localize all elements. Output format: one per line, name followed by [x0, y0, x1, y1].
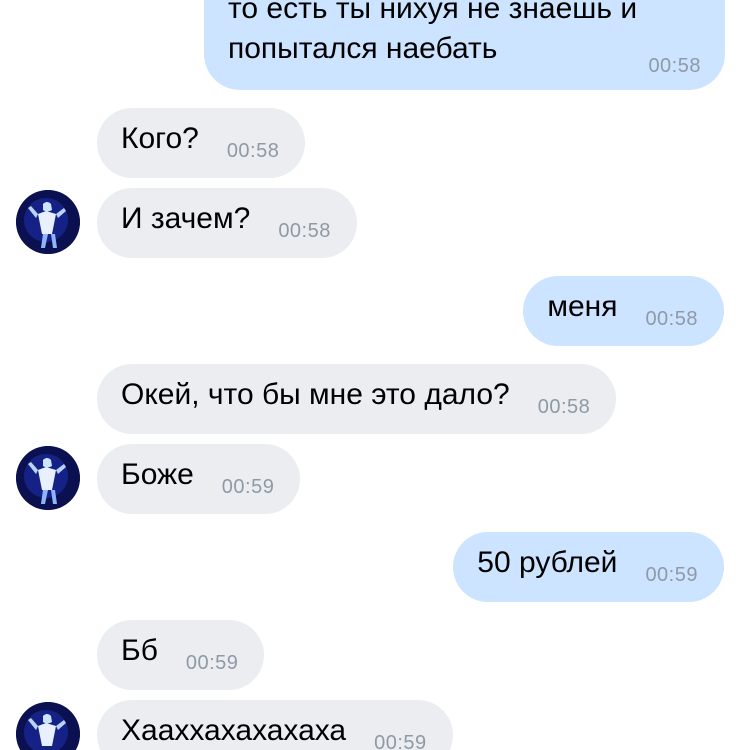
message-timestamp: 00:58 [278, 220, 331, 242]
message-text: 50 рублей [477, 546, 618, 579]
user-avatar[interactable] [16, 446, 80, 510]
incoming-message[interactable]: И зачем? 00:58 [97, 188, 357, 258]
message-text-line: попытался наебать [228, 32, 498, 65]
message-timestamp: 00:59 [221, 476, 275, 498]
message-timestamp: 00:58 [645, 308, 698, 330]
message-timestamp: 00:59 [645, 564, 698, 586]
avatar-figure-icon [16, 446, 80, 510]
message-timestamp: 00:58 [648, 55, 701, 77]
message-timestamp: 00:59 [185, 652, 239, 674]
message-timestamp: 00:58 [226, 140, 280, 162]
outgoing-message[interactable]: 50 рублей 00:59 [453, 532, 724, 602]
outgoing-message[interactable]: меня 00:58 [523, 276, 724, 346]
incoming-message[interactable]: Хааххахахахаха 00:59 [97, 700, 453, 750]
incoming-message[interactable]: Окей, что бы мне это дало? 00:58 [97, 364, 617, 434]
message-text-line: то есть ты нихуя не знаешь и [228, 0, 638, 25]
message-text: И зачем? [121, 202, 251, 235]
outgoing-message[interactable]: то есть ты нихуя не знаешь и попытался н… [204, 0, 725, 90]
incoming-message[interactable]: Кого? 00:58 [97, 108, 306, 178]
incoming-message[interactable]: Бб 00:59 [97, 620, 265, 690]
message-text: Окей, что бы мне это дало? [121, 378, 510, 411]
message-text: Бб [121, 634, 158, 667]
avatar-figure-icon [16, 702, 80, 750]
avatar-figure-icon [16, 190, 80, 254]
message-text: меня [547, 290, 618, 323]
message-text: Боже [121, 458, 194, 491]
user-avatar[interactable] [16, 702, 80, 750]
user-avatar[interactable] [16, 190, 80, 254]
message-list[interactable]: то есть ты нихуя не знаешь и попытался н… [0, 0, 750, 750]
message-timestamp: 00:58 [537, 396, 591, 418]
incoming-message[interactable]: Боже 00:59 [97, 444, 301, 514]
message-timestamp: 00:59 [374, 732, 427, 750]
message-text: Кого? [121, 122, 199, 155]
message-text: Хааххахахахаха [121, 714, 347, 747]
